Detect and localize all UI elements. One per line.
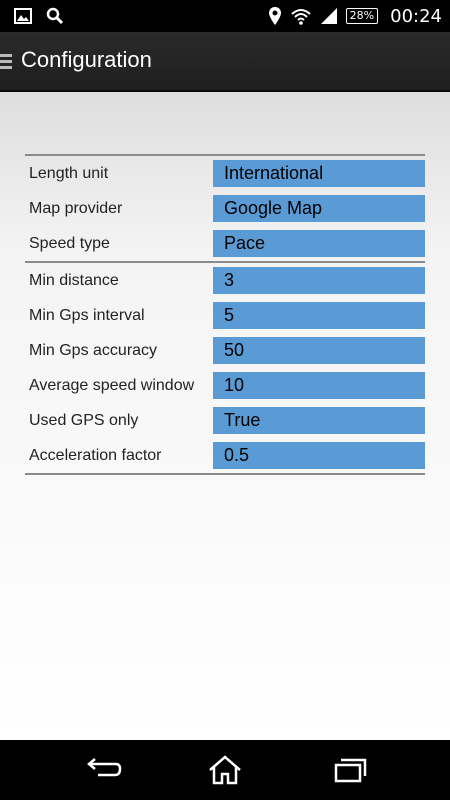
acceleration-factor-field[interactable]: 0.5	[213, 442, 425, 469]
action-bar: Configuration	[0, 32, 450, 92]
setting-label: Acceleration factor	[29, 447, 162, 464]
setting-label: Speed type	[29, 235, 110, 252]
setting-label: Average speed window	[29, 377, 195, 394]
setting-row-speed-type: Speed type Pace	[25, 226, 425, 261]
setting-label: Length unit	[29, 165, 109, 182]
setting-row-length-unit: Length unit International	[25, 156, 425, 191]
home-icon[interactable]	[205, 754, 245, 786]
location-icon	[268, 7, 281, 25]
clock: 00:24	[390, 5, 442, 27]
wifi-icon	[291, 9, 311, 25]
speed-type-field[interactable]: Pace	[213, 230, 425, 257]
setting-label: Used GPS only	[29, 412, 139, 429]
back-icon[interactable]	[84, 754, 124, 786]
battery-level: 28%	[349, 9, 375, 22]
page-title: Configuration	[21, 47, 152, 72]
min-gps-interval-field[interactable]: 5	[213, 302, 425, 329]
min-distance-field[interactable]: 3	[213, 267, 425, 294]
length-unit-field[interactable]: International	[213, 160, 425, 187]
setting-row-used-gps-only: Used GPS only True	[25, 403, 425, 438]
used-gps-only-field[interactable]: True	[213, 407, 425, 434]
setting-label: Min distance	[29, 272, 119, 289]
image-icon	[14, 8, 32, 24]
setting-row-min-gps-interval: Min Gps interval 5	[25, 298, 425, 333]
min-gps-accuracy-field[interactable]: 50	[213, 337, 425, 364]
menu-icon[interactable]	[0, 54, 12, 70]
average-speed-window-field[interactable]: 10	[213, 372, 425, 399]
setting-row-min-distance: Min distance 3	[25, 263, 425, 298]
setting-row-average-speed-window: Average speed window 10	[25, 368, 425, 403]
settings-table: Length unit International Map provider G…	[25, 154, 425, 475]
recent-apps-icon[interactable]	[330, 754, 370, 786]
battery-icon: 28%	[345, 8, 379, 24]
divider	[25, 473, 425, 475]
setting-row-min-gps-accuracy: Min Gps accuracy 50	[25, 333, 425, 368]
setting-label: Map provider	[29, 200, 123, 217]
settings-screen: Length unit International Map provider G…	[0, 92, 450, 740]
navigation-bar	[0, 740, 450, 800]
setting-label: Min Gps interval	[29, 307, 145, 324]
signal-icon	[320, 8, 337, 24]
setting-row-map-provider: Map provider Google Map	[25, 191, 425, 226]
status-bar: 28% 00:24	[0, 0, 450, 32]
map-provider-field[interactable]: Google Map	[213, 195, 425, 222]
setting-row-acceleration-factor: Acceleration factor 0.5	[25, 438, 425, 473]
setting-label: Min Gps accuracy	[29, 342, 158, 359]
search-icon	[46, 7, 64, 25]
